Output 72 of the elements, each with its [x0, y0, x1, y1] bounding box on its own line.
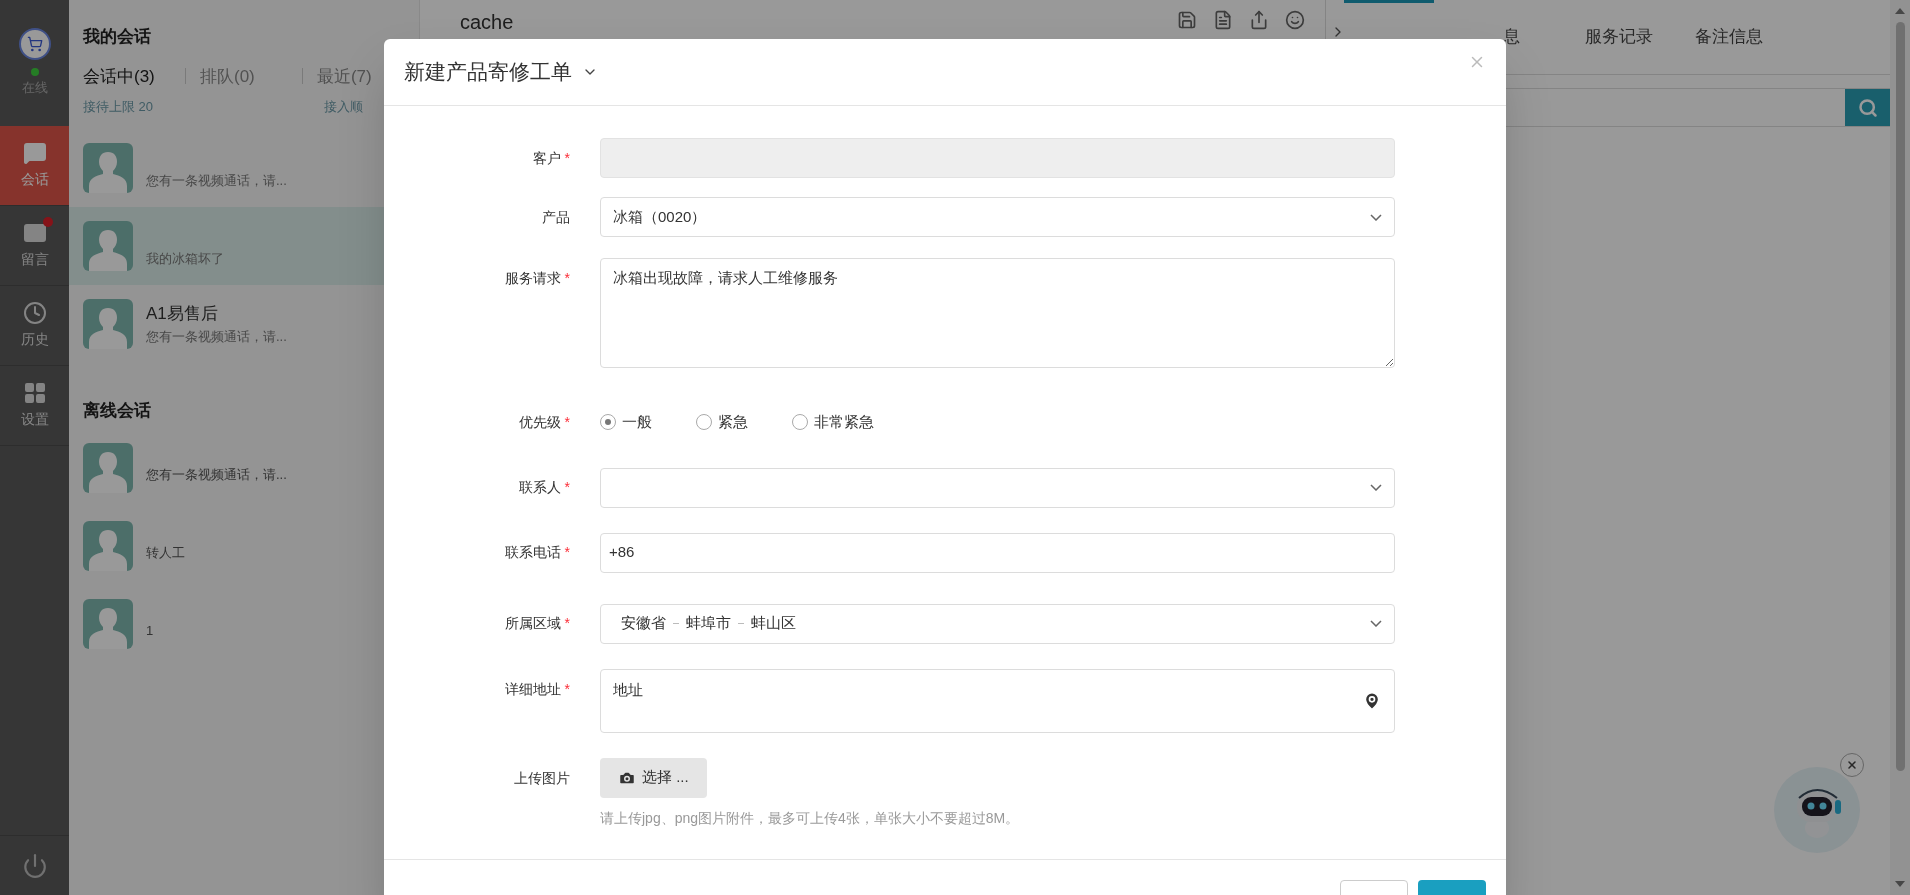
scroll-up-arrow-icon[interactable] — [1895, 8, 1905, 14]
session-tab[interactable]: 会话中(3) — [83, 63, 172, 89]
save-icon[interactable] — [1177, 10, 1197, 30]
last-message: 我的冰箱坏了 — [146, 249, 224, 268]
avatar-icon — [83, 298, 133, 349]
product-select[interactable]: 冰箱（0020） — [600, 197, 1395, 237]
smiley-icon[interactable] — [1285, 10, 1305, 30]
avatar-icon — [83, 599, 133, 649]
session-tab[interactable]: 排队(0) — [199, 63, 288, 89]
search-button[interactable] — [1845, 89, 1890, 126]
last-message: 1 — [146, 622, 154, 641]
chat-icon — [22, 141, 47, 165]
avatar-icon — [83, 142, 133, 193]
reception-limit: 接待上限 20 — [83, 98, 154, 116]
search-icon — [1857, 97, 1878, 118]
choose-file-button[interactable]: 选择 ... — [600, 757, 707, 798]
required-mark: * — [564, 478, 570, 497]
required-mark: * — [564, 614, 570, 633]
chat-title: cache — [460, 10, 514, 34]
address-field[interactable]: 地址 — [600, 668, 1395, 733]
caret-icon — [1370, 620, 1382, 627]
field-label: 优先级 — [518, 412, 561, 432]
contact-name: A1易售后 — [146, 302, 219, 323]
avatar-icon — [83, 220, 133, 271]
field-label: 客户 — [532, 148, 561, 168]
avatar-icon — [83, 443, 133, 493]
priority-radio[interactable]: 非常紧急 — [792, 411, 874, 434]
region-part: 蚌埠市 — [686, 613, 731, 634]
field-label: 详细地址 — [504, 679, 561, 699]
field-label: 服务请求 — [504, 269, 561, 288]
last-message: 转人工 — [146, 544, 185, 563]
power-icon[interactable] — [21, 852, 48, 879]
request-textarea[interactable]: 冰箱出现故障，请求人工维修服务 — [600, 258, 1395, 368]
avatar-icon — [83, 521, 133, 571]
panel-title: 我的会话 — [83, 26, 152, 48]
panel-title: 离线会话 — [82, 399, 152, 422]
info-tab[interactable]: 服务记录 — [1564, 0, 1674, 74]
phone-field[interactable]: +86 — [600, 532, 1395, 573]
session-row[interactable]: 转人工 — [69, 521, 419, 571]
region-part: 安徽省 — [621, 613, 666, 634]
region-select[interactable]: 安徽省 蚌埠市 蚌山区 — [600, 603, 1395, 644]
field-label: 所属区域 — [504, 614, 561, 633]
nav-item[interactable]: 会话 — [0, 126, 69, 206]
scroll-down-arrow-icon[interactable] — [1895, 881, 1905, 887]
field-label: 联系人 — [518, 478, 561, 497]
priority-radio[interactable]: 紧急 — [696, 411, 748, 434]
required-mark: * — [564, 679, 570, 699]
close-icon — [1846, 759, 1858, 771]
info-tab[interactable]: 备注信息 — [1674, 0, 1784, 74]
history-icon — [22, 301, 47, 325]
field-label: 产品 — [542, 207, 570, 227]
caret-icon — [1370, 213, 1382, 221]
priority-radio[interactable]: 一般 — [600, 411, 652, 434]
field-label: 上传图片 — [514, 768, 570, 788]
required-mark: * — [564, 269, 570, 288]
region-part: 蚌山区 — [751, 613, 796, 634]
required-mark: * — [564, 543, 570, 562]
scrollbar[interactable] — [1890, 0, 1910, 895]
caret-icon — [1370, 484, 1382, 491]
logo-icon — [18, 28, 51, 60]
dialog-title: 新建产品寄修工单 — [404, 59, 572, 86]
required-mark: * — [564, 148, 570, 168]
document-icon[interactable] — [1213, 10, 1233, 30]
upload-hint: 请上传jpg、png图片附件，最多可上传4张，单张大小不要超过8M。 — [600, 808, 1021, 828]
settings-icon — [22, 381, 47, 405]
close-button[interactable] — [1840, 753, 1864, 777]
share-icon[interactable] — [1249, 10, 1269, 30]
scrollbar-thumb[interactable] — [1895, 22, 1905, 771]
field-label: 联系电话 — [504, 543, 561, 562]
session-row[interactable]: 1 — [69, 599, 419, 649]
required-mark: * — [564, 412, 570, 432]
info-tab[interactable]: 息 — [1434, 0, 1564, 74]
